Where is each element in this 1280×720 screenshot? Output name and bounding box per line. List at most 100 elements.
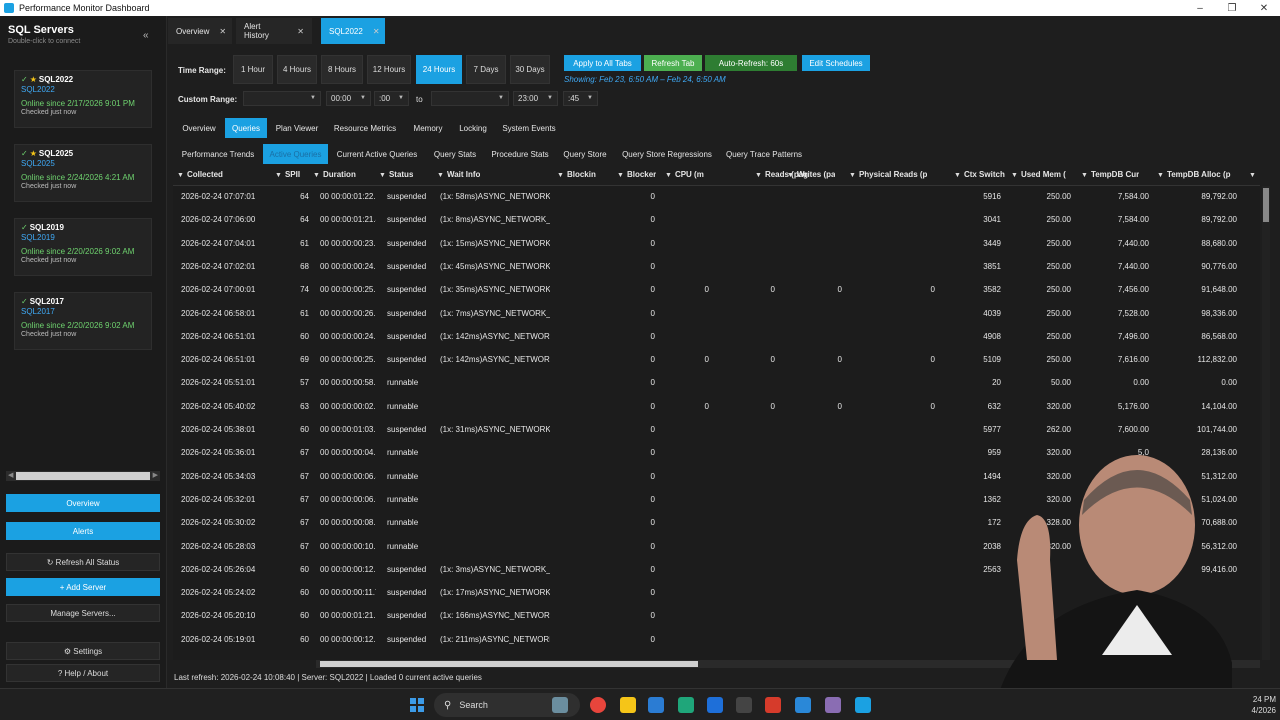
column-header[interactable]: ▼ Wait Info	[437, 170, 480, 179]
close-tab-icon[interactable]: ✕	[297, 27, 304, 36]
filter-icon[interactable]: ▼	[1081, 172, 1088, 179]
scrollbar-thumb[interactable]	[1263, 188, 1269, 222]
scrollbar-thumb[interactable]	[320, 661, 698, 667]
to-hour-select[interactable]: 23:00 ▼	[513, 91, 558, 106]
column-header[interactable]: ▼ Physical Reads (p	[849, 170, 927, 179]
range-4-hours-button[interactable]: 4 Hours	[277, 55, 317, 84]
filter-icon[interactable]: ▼	[849, 172, 856, 179]
server-card-sql2025[interactable]: ✓ ★ SQL2025 SQL2025 Online since 2/24/2026…	[14, 144, 152, 202]
server-card-sql2017[interactable]: ✓ SQL2017 SQL2017 Online since 2/20/2026 …	[14, 292, 152, 350]
column-header[interactable]: ▼ Writes (pa	[787, 170, 835, 179]
tray-clock[interactable]: 24 PM 4/2026	[1236, 694, 1276, 716]
column-header[interactable]: ▼ Ctx Switch	[954, 170, 1005, 179]
filter-icon[interactable]: ▼	[557, 172, 564, 179]
doc-tab-alert-history[interactable]: Alert History ✕	[236, 18, 312, 44]
apply-to-all-tabs-button[interactable]: Apply to All Tabs	[564, 55, 641, 71]
sidebar-scrollbar[interactable]: ◀ ▶	[6, 471, 160, 481]
filter-icon[interactable]: ▼	[437, 172, 444, 179]
to-minute-select[interactable]: :45 ▼	[563, 91, 598, 106]
vscode-app-icon[interactable]	[795, 697, 811, 713]
overview-button[interactable]: Overview	[6, 494, 160, 512]
filter-icon[interactable]: ▼	[787, 172, 794, 179]
minimize-icon[interactable]: –	[1184, 3, 1216, 14]
subtab-query-store[interactable]: Query Store	[561, 144, 609, 164]
windows-start-icon[interactable]	[410, 698, 424, 712]
filter-icon[interactable]: ▼	[755, 172, 762, 179]
perf-monitor-app-icon[interactable]	[855, 697, 871, 713]
tab-system-events[interactable]: System Events	[500, 118, 558, 138]
close-tab-icon[interactable]: ✕	[219, 27, 226, 36]
from-hour-select[interactable]: 00:00 ▼	[326, 91, 371, 106]
widgets-app-icon[interactable]	[552, 697, 568, 713]
filter-icon[interactable]: ▼	[1011, 172, 1018, 179]
edit-schedules-button[interactable]: Edit Schedules	[802, 55, 870, 71]
table-row[interactable]: 2026-02-24 05:51:01 57 00 00:00:00:58.69(r…	[173, 372, 1260, 396]
range-8-hours-button[interactable]: 8 Hours	[321, 55, 363, 84]
refresh-all-status-button[interactable]: ↻ Refresh All Status	[6, 553, 160, 571]
from-date-picker[interactable]: ▼	[243, 91, 321, 106]
range-12-hours-button[interactable]: 12 Hours	[367, 55, 411, 84]
scroll-right-icon[interactable]: ▶	[153, 471, 158, 479]
column-header[interactable]: ▼ Duration	[313, 170, 356, 179]
filter-icon[interactable]: ▼	[379, 172, 386, 179]
tab-memory[interactable]: Memory	[408, 118, 448, 138]
range-1-hour-button[interactable]: 1 Hour	[233, 55, 273, 84]
filter-icon[interactable]: ▼	[1157, 172, 1164, 179]
terminal-app-icon[interactable]	[736, 697, 752, 713]
chrome-app-icon[interactable]	[590, 697, 606, 713]
ssms-app-icon[interactable]	[825, 697, 841, 713]
column-header[interactable]: ▼ TempDB Cur	[1081, 170, 1139, 179]
filter-icon[interactable]: ▼	[1249, 172, 1256, 179]
filter-icon[interactable]: ▼	[665, 172, 672, 179]
server-card-sql2022[interactable]: ✓ ★ SQL2022 SQL2022 Online since 2/17/2026…	[14, 70, 152, 128]
settings-button[interactable]: ⚙ Settings	[6, 642, 160, 660]
add-server-button[interactable]: + Add Server	[6, 578, 160, 596]
restore-icon[interactable]: ❐	[1216, 3, 1248, 14]
server-card-sql2019[interactable]: ✓ SQL2019 SQL2019 Online since 2/20/2026 …	[14, 218, 152, 276]
range-30-days-button[interactable]: 30 Days	[510, 55, 550, 84]
subtab-procedure-stats[interactable]: Procedure Stats	[488, 144, 552, 164]
doc-tab-overview[interactable]: Overview ✕	[168, 18, 232, 44]
range-24-hours-button[interactable]: 24 Hours	[416, 55, 462, 84]
tab-queries[interactable]: Queries	[225, 118, 267, 138]
auto-refresh-button[interactable]: Auto-Refresh: 60s	[705, 55, 797, 71]
column-header[interactable]: ▼ Status	[379, 170, 413, 179]
help-about-button[interactable]: ? Help / About	[6, 664, 160, 682]
table-row[interactable]: 2026-02-24 07:06:00 64 00 00:00:01:21.44(s…	[173, 209, 1260, 232]
editor-app-icon[interactable]	[648, 697, 664, 713]
collapse-sidebar-icon[interactable]: «	[143, 30, 149, 41]
teams-app-icon[interactable]	[678, 697, 694, 713]
tab-locking[interactable]: Locking	[454, 118, 492, 138]
refresh-tab-button[interactable]: Refresh Tab	[644, 55, 702, 71]
filter-icon[interactable]: ▼	[313, 172, 320, 179]
table-row[interactable]: 2026-02-24 06:51:01 60 00 00:00:00:24.29(s…	[173, 325, 1260, 349]
filter-icon[interactable]: ▼	[177, 172, 184, 179]
table-row[interactable]: 2026-02-24 07:02:01 68 00 00:00:00:24.967 s…	[173, 256, 1260, 279]
scroll-left-icon[interactable]: ◀	[8, 471, 13, 479]
table-row[interactable]: 2026-02-24 07:04:01 61 00 00:00:00:23.197 s…	[173, 232, 1260, 256]
filter-icon[interactable]: ▼	[617, 172, 624, 179]
scrollbar-thumb[interactable]	[16, 472, 150, 480]
tab-resource-metrics[interactable]: Resource Metrics	[331, 118, 399, 138]
filter-icon[interactable]: ▼	[954, 172, 961, 179]
column-header[interactable]: ▼ Used Mem (	[1011, 170, 1066, 179]
close-tab-icon[interactable]: ✕	[373, 27, 380, 36]
column-header[interactable]: ▼ Collected	[177, 170, 223, 179]
subtab-current-active-queries[interactable]: Current Active Queries	[333, 144, 421, 164]
table-row[interactable]: 2026-02-24 07:07:01 64 00 00:00:01:22.39(s…	[173, 186, 1260, 209]
close-icon[interactable]: ✕	[1248, 3, 1280, 14]
red-app-icon[interactable]	[765, 697, 781, 713]
subtab-query-trace-patterns[interactable]: Query Trace Patterns	[723, 144, 805, 164]
column-header[interactable]: ▼ CPU (m	[665, 170, 704, 179]
table-row[interactable]: 2026-02-24 05:40:02 63 00 00:00:00:02.917 r…	[173, 396, 1260, 419]
column-header[interactable]: ▼ TempDB Alloc (p	[1157, 170, 1231, 179]
column-header[interactable]: ▼ Blocker	[617, 170, 656, 179]
alerts-button[interactable]: Alerts	[6, 522, 160, 540]
column-header[interactable]: ▼ Blockin	[557, 170, 596, 179]
filter-icon[interactable]: ▼	[275, 172, 282, 179]
column-header[interactable]: ▼ SPII	[275, 170, 300, 179]
tab-plan-viewer[interactable]: Plan Viewer	[272, 118, 322, 138]
file-explorer-app-icon[interactable]	[620, 697, 636, 713]
from-minute-select[interactable]: :00 ▼	[374, 91, 409, 106]
table-row[interactable]: 2026-02-24 06:58:01 61 00 00:00:00:26.12: s…	[173, 303, 1260, 326]
